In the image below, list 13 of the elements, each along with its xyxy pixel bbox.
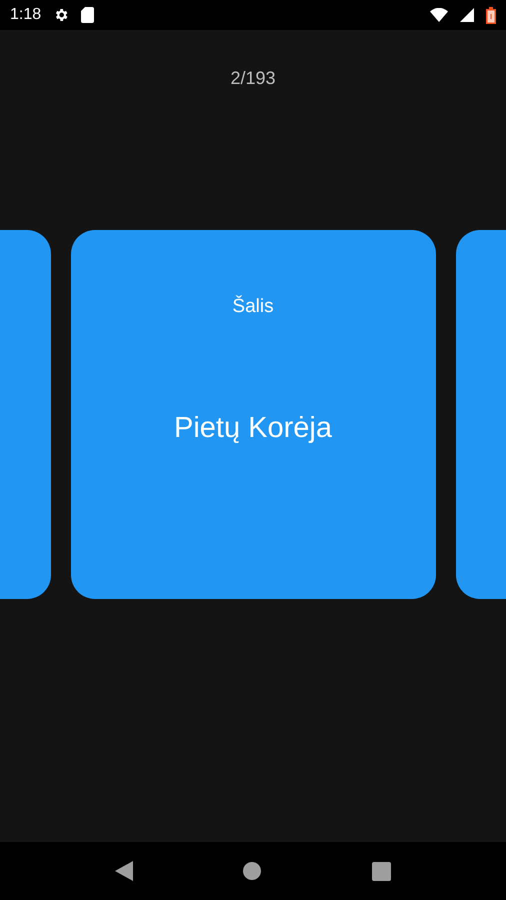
battery-icon	[486, 6, 496, 24]
signal-icon	[460, 8, 474, 22]
card-counter: 2/193	[230, 67, 276, 90]
home-icon[interactable]	[243, 862, 262, 880]
card-label: Šalis	[232, 294, 274, 319]
recents-icon[interactable]	[372, 862, 391, 880]
back-icon[interactable]	[115, 861, 134, 881]
card-text: Pietų Korėja	[174, 410, 332, 446]
gear-icon	[53, 7, 70, 23]
flash-card[interactable]: Šalis Pietų Korėja	[70, 230, 436, 599]
wifi-icon	[430, 8, 448, 22]
status-time: 1:18	[10, 5, 42, 25]
sd-card-icon	[81, 7, 94, 23]
